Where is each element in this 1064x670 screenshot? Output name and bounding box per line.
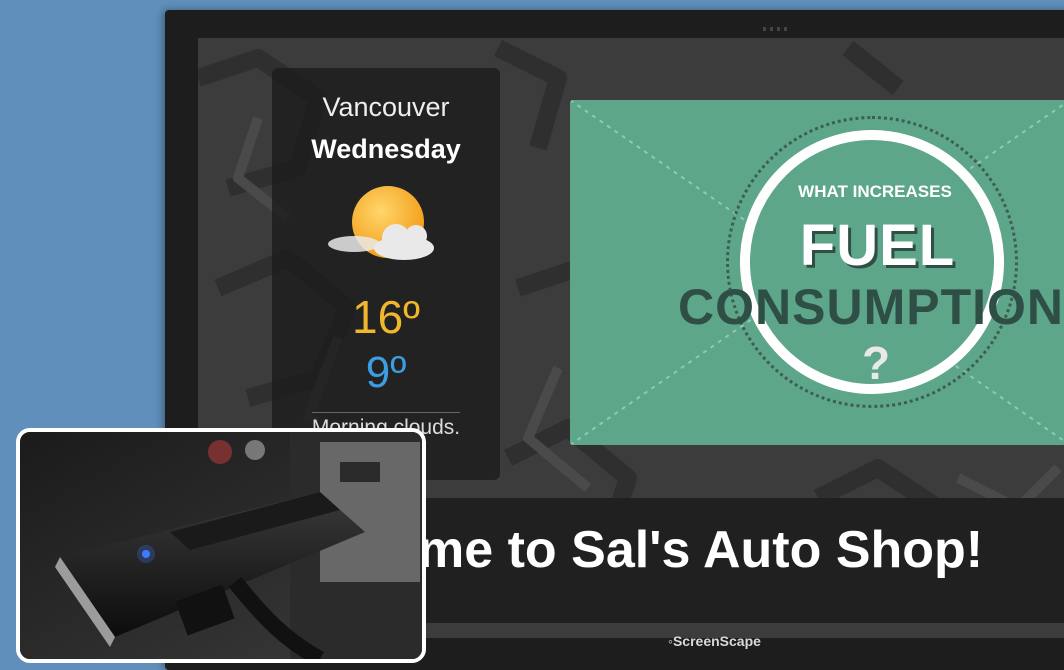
brand-name: ScreenScape — [672, 633, 761, 649]
temperature-low: 9º — [365, 348, 407, 397]
weather-city: Vancouver — [322, 92, 450, 122]
promo-question-mark: ? — [861, 337, 891, 389]
ticker-message: me to Sal's Auto Shop! — [418, 521, 984, 579]
temperature-high: 16º — [352, 291, 420, 343]
weather-widget: Vancouver Wednesday 16º 9º Morning cloud… — [272, 68, 500, 480]
compute-stick-device-icon — [20, 432, 422, 659]
weather-day: Wednesday — [311, 134, 461, 164]
screenscape-logo: ◦ScreenScape — [668, 633, 761, 649]
promo-kicker: WHAT INCREASES — [798, 182, 952, 201]
promo-subhead: CONSUMPTION — [678, 279, 1064, 335]
partly-cloudy-sun-icon — [328, 186, 434, 260]
weather-divider — [312, 412, 460, 413]
promo-headline: FUEL — [799, 213, 956, 278]
inset-photo — [16, 428, 426, 663]
fuel-consumption-promo: WHAT INCREASES FUEL CONSUMPTION ? — [570, 100, 1064, 445]
camera-indicator-icon — [763, 27, 787, 31]
